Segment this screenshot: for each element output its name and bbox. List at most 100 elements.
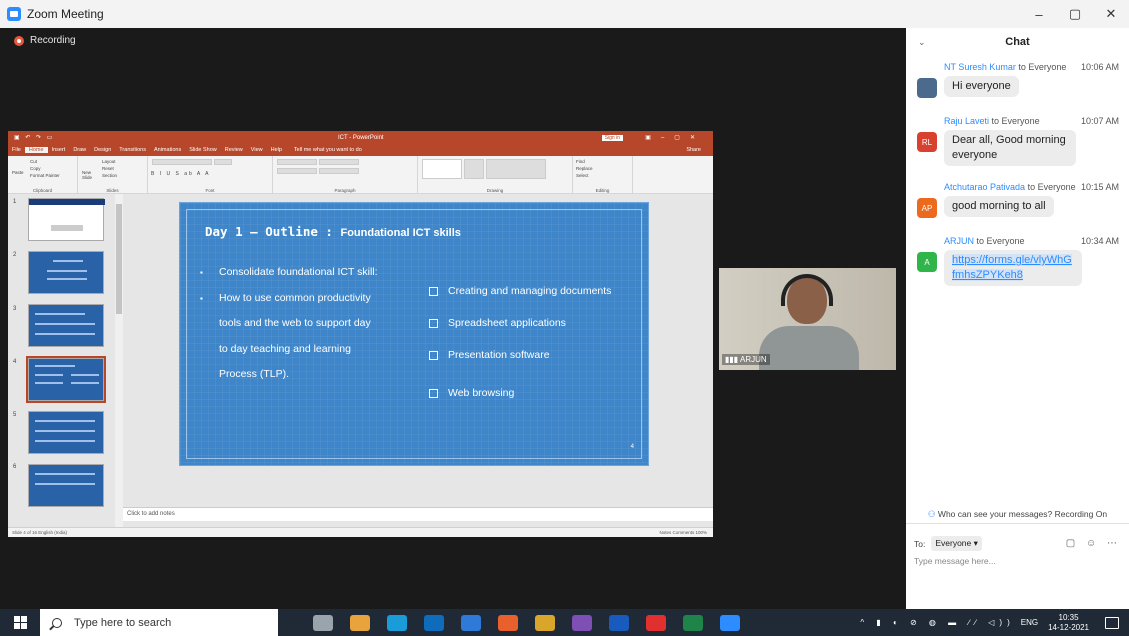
editing-group: Find Replace Select Editing — [573, 156, 633, 194]
thumbnails-scrollbar — [115, 194, 123, 527]
chat-recipient-row: To: Everyone ▾ ▢ ☺ ⋯ — [914, 536, 1121, 551]
slide-bullet: Consolidate foundational ICT skill: — [200, 260, 410, 286]
font-group-label: Font — [205, 188, 215, 193]
slide-bullet-continuation: to day teaching and learning — [219, 342, 351, 355]
windows-taskbar: Type here to search ^ ▮ ◐ ⊘ ◍ ▬ ∕∕ ◁)) E… — [0, 609, 1129, 636]
thumb-number: 4 — [13, 359, 17, 365]
form-link[interactable]: https://forms.gle/vlyWhGfmhsZPYKeh8 — [952, 254, 1072, 281]
layout-button: Layout — [102, 159, 116, 164]
start-button[interactable] — [0, 609, 40, 636]
message-time: 10:07 AM — [1080, 116, 1119, 126]
tab-design: Design — [94, 147, 112, 153]
slide-editor-canvas: Day 1 – Outline : Foundational ICT skill… — [123, 194, 713, 527]
slide-number: 4 — [630, 444, 634, 450]
participant-video[interactable]: ▮▮▮ ARJUN — [719, 268, 896, 370]
ppt-status-bar: Slide 4 of 16 English (India) Notes Comm… — [8, 527, 713, 537]
taskbar-app-icon[interactable] — [534, 614, 555, 631]
notes-pane: Click to add notes — [123, 507, 713, 521]
tab-insert: Insert — [51, 147, 66, 153]
taskbar-app-icon[interactable] — [608, 614, 629, 631]
taskbar-search-box[interactable]: Type here to search — [40, 609, 278, 636]
maximize-button[interactable]: ▢ — [1057, 0, 1093, 28]
search-placeholder: Type here to search — [74, 616, 172, 629]
taskbar-app-icon[interactable] — [349, 614, 370, 631]
window-controls: – ▢ ✕ — [1021, 0, 1129, 28]
taskbar-clock[interactable]: 10:35 14-12-2021 — [1048, 613, 1089, 633]
chat-panel: ⌄ Chat NT Suresh Kumar to Everyone 10:06… — [906, 28, 1129, 609]
windows-logo-icon — [13, 616, 27, 629]
tab-help: Help — [270, 147, 282, 153]
tab-slide-show: Slide Show — [189, 147, 217, 153]
checklist-item: Presentation software — [429, 339, 611, 371]
chat-message-input[interactable]: Type message here... — [914, 556, 996, 566]
language-indicator[interactable]: ENG — [1021, 618, 1038, 627]
slides-group-label: Slides — [106, 188, 119, 193]
message-text: Dear all, Good morning everyone — [944, 130, 1076, 166]
tab-view: View — [250, 147, 263, 153]
paste-button: Paste — [12, 170, 24, 175]
ppt-ribbon-tabs: File Home Insert Draw Design Transitions… — [8, 144, 713, 156]
share-button: Share — [686, 147, 701, 153]
avatar: AP — [917, 198, 937, 218]
thumb-number: 3 — [13, 306, 17, 312]
taskbar-app-icon[interactable] — [719, 614, 740, 631]
current-slide: Day 1 – Outline : Foundational ICT skill… — [179, 202, 649, 466]
paragraph-group-label: Paragraph — [334, 188, 356, 193]
slide-right-checklist: Creating and managing documents Spreadsh… — [429, 275, 611, 409]
taskbar-app-icon[interactable] — [460, 614, 481, 631]
drawing-group-label: Drawing — [486, 188, 504, 193]
participant-body — [759, 326, 859, 370]
slide-thumbnail — [28, 198, 105, 241]
message-sender: Atchutarao Pativada — [944, 182, 1026, 192]
message-text: Hi everyone — [944, 76, 1019, 97]
taskbar-app-icon[interactable] — [645, 614, 666, 631]
slide-bullet-continuation: tools and the web to support day — [219, 317, 371, 329]
taskbar-app-icon[interactable] — [423, 614, 444, 631]
window-titlebar: Zoom Meeting – ▢ ✕ — [0, 0, 1129, 28]
minimize-button[interactable]: – — [1021, 0, 1057, 28]
status-right: Notes Comments 100% — [659, 530, 707, 535]
thumb-number: 1 — [13, 199, 17, 205]
taskbar-app-icon[interactable] — [312, 614, 333, 631]
tab-review: Review — [224, 147, 243, 153]
ppt-window-controls: ▣–▢✕ — [645, 135, 705, 141]
font-group: B I U S ab A A Font — [148, 156, 273, 194]
chevron-down-icon[interactable]: ⌄ — [918, 37, 926, 48]
slide-left-bullets: Consolidate foundational ICT skill: How … — [200, 260, 410, 388]
clipboard-group: Paste Cut Copy Format Painter Clipboard — [8, 156, 78, 194]
message-visibility-note[interactable]: ⚇ Who can see your messages? Recording O… — [906, 509, 1129, 520]
quick-access-icons: ▣ ↶ ↷ ▭ — [14, 135, 55, 141]
zoom-app-icon — [7, 7, 21, 21]
shared-screen-powerpoint: ▣ ↶ ↷ ▭ ICT - PowerPoint Sign in ▣–▢✕ Fi… — [8, 131, 713, 537]
chat-tools[interactable]: ▢ ☺ ⋯ — [1066, 538, 1121, 549]
tray-icons[interactable]: ^ ▮ ◐ ⊘ ◍ ▬ ∕∕ ◁)) — [860, 618, 1014, 627]
slides-group: New Slide Layout Reset Section Slides — [78, 156, 148, 194]
reset-button: Reset — [102, 166, 114, 171]
search-icon — [52, 617, 62, 628]
replace-button: Replace — [576, 166, 593, 171]
thumb-number: 6 — [13, 464, 17, 470]
avatar — [917, 78, 937, 98]
message-time: 10:34 AM — [1080, 236, 1119, 246]
ppt-ribbon: Paste Cut Copy Format Painter Clipboard … — [8, 156, 713, 194]
slide-thumbnail — [28, 304, 104, 347]
taskbar-apps — [304, 614, 748, 631]
taskbar-app-icon[interactable] — [497, 614, 518, 631]
notification-icon[interactable] — [1105, 616, 1119, 629]
close-button[interactable]: ✕ — [1093, 0, 1129, 28]
ppt-titlebar: ▣ ↶ ↷ ▭ ICT - PowerPoint Sign in ▣–▢✕ — [8, 131, 713, 144]
message-sender: ARJUN — [944, 236, 975, 246]
taskbar-app-icon[interactable] — [571, 614, 592, 631]
clipboard-group-label: Clipboard — [32, 188, 53, 193]
meeting-area: Recording ▣ ↶ ↷ ▭ ICT - PowerPoint Sign … — [0, 28, 906, 609]
slide-thumbnails-pane: 1 2 3 4 5 6 — [8, 194, 117, 527]
divider — [906, 523, 1129, 524]
taskbar-app-icon[interactable] — [682, 614, 703, 631]
recording-indicator[interactable]: Recording — [14, 35, 76, 46]
recipient-select[interactable]: Everyone ▾ — [931, 536, 982, 551]
sign-in-button: Sign in — [601, 134, 623, 141]
participant-name-label: ▮▮▮ ARJUN — [722, 354, 770, 365]
taskbar-app-icon[interactable] — [386, 614, 407, 631]
slide-thumbnail-selected — [26, 356, 106, 403]
message-sender: Raju Laveti — [944, 116, 990, 126]
